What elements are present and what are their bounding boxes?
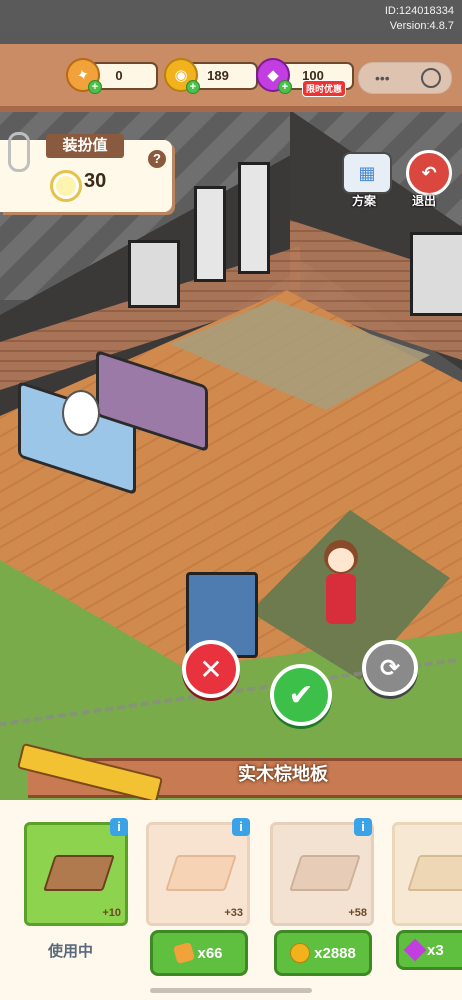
item-card[interactable]: +58 bbox=[270, 822, 374, 926]
item-bonus: +33 bbox=[224, 907, 243, 919]
exit-icon: ↶ bbox=[421, 162, 437, 183]
flower-icon bbox=[50, 170, 82, 202]
item-bonus: +58 bbox=[348, 907, 367, 919]
player-character bbox=[318, 540, 364, 630]
paperclip-icon bbox=[8, 132, 30, 172]
info-icon[interactable]: i bbox=[354, 818, 372, 836]
plan-button[interactable]: ▦ bbox=[342, 152, 392, 194]
rotate-button[interactable]: ⟳ bbox=[362, 640, 418, 696]
decoration-score-value: 30 bbox=[84, 170, 107, 192]
window-2 bbox=[238, 162, 270, 274]
price-label: x2888 bbox=[314, 944, 356, 962]
info-icon[interactable]: i bbox=[110, 818, 128, 836]
version-label: Version:4.8.7 bbox=[389, 20, 454, 32]
help-icon[interactable]: ? bbox=[148, 150, 166, 168]
exit-button[interactable]: ↶ bbox=[406, 150, 452, 196]
ticket-icon bbox=[173, 941, 196, 965]
buy-with-coins-button[interactable]: x2888 bbox=[274, 930, 372, 976]
buy-with-tickets-button[interactable]: x66 bbox=[150, 930, 248, 976]
close-icon: ✕ bbox=[199, 653, 223, 685]
version-info: ID:124018334 Version:4.8.7 bbox=[385, 4, 454, 34]
coin-icon bbox=[290, 943, 311, 963]
confirm-button[interactable]: ✔ bbox=[270, 664, 332, 726]
check-icon: ✔ bbox=[288, 678, 314, 712]
floor-tile-preview bbox=[165, 855, 237, 891]
info-icon[interactable]: i bbox=[232, 818, 250, 836]
add-ticket-button[interactable]: + bbox=[88, 80, 102, 94]
duck-runner bbox=[62, 390, 100, 436]
price-label: x3 bbox=[427, 941, 444, 959]
window-3 bbox=[128, 240, 180, 308]
add-gem-button[interactable]: + bbox=[278, 80, 292, 94]
floor-tile-preview bbox=[407, 855, 462, 891]
item-name: 实木棕地板 bbox=[238, 764, 328, 784]
rotate-icon: ⟳ bbox=[379, 654, 401, 682]
window-4 bbox=[410, 232, 462, 316]
item-card[interactable] bbox=[392, 822, 462, 926]
coin-count: 189 bbox=[207, 68, 229, 83]
more-icon[interactable]: ••• bbox=[375, 70, 390, 86]
plan-label: 方案 bbox=[352, 194, 377, 208]
ticket-count: 0 bbox=[115, 68, 123, 83]
window-1 bbox=[194, 186, 226, 282]
cancel-button[interactable]: ✕ bbox=[182, 640, 240, 698]
floor-tile-preview bbox=[43, 855, 115, 891]
menu-capsule[interactable]: ••• bbox=[358, 62, 452, 94]
item-bonus: +10 bbox=[102, 907, 121, 919]
item-card[interactable]: +33 bbox=[146, 822, 250, 926]
in-use-label: 使用中 bbox=[48, 943, 94, 960]
limited-offer-badge[interactable]: 限时优惠 bbox=[302, 80, 347, 97]
player-id: ID:124018334 bbox=[384, 5, 454, 17]
gem-icon bbox=[403, 938, 427, 962]
add-coin-button[interactable]: + bbox=[186, 80, 200, 94]
price-label: x66 bbox=[197, 944, 223, 962]
exit-label: 退出 bbox=[412, 194, 437, 208]
plan-icon: ▦ bbox=[358, 162, 376, 183]
buy-with-gems-button[interactable]: x3 bbox=[396, 930, 462, 970]
decoration-score-title: 装扮值 bbox=[46, 134, 124, 158]
floor-tile-preview bbox=[289, 855, 361, 891]
close-icon[interactable] bbox=[421, 68, 441, 88]
home-indicator bbox=[150, 988, 312, 993]
item-card-selected[interactable]: +10 bbox=[24, 822, 128, 926]
